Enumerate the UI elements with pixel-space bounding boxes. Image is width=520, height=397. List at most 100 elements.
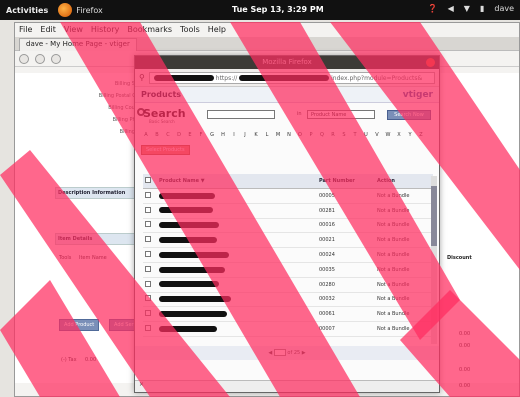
select-all-checkbox[interactable] [145, 177, 151, 183]
back-button[interactable] [19, 53, 29, 64]
search-now-button[interactable]: Search Now [387, 110, 431, 120]
close-popup-x[interactable]: × [139, 381, 144, 388]
product-name-cell[interactable] [157, 218, 317, 234]
help-icon[interactable]: ❓ [428, 4, 438, 13]
alpha-letter-j[interactable]: J [240, 132, 250, 138]
select-products-button[interactable]: Select Products [141, 145, 190, 155]
product-name-cell[interactable] [157, 277, 317, 293]
table-row[interactable]: 00024 Not a Bundle [143, 247, 433, 263]
product-name-cell[interactable] [157, 292, 317, 308]
row-checkbox[interactable] [145, 280, 151, 287]
alpha-letter-m[interactable]: M [273, 132, 283, 138]
menu-view[interactable]: View [64, 25, 83, 35]
page-number-input[interactable] [273, 349, 286, 356]
product-name-cell[interactable] [157, 232, 317, 249]
row-checkbox[interactable] [145, 251, 151, 258]
user-menu[interactable]: dave [494, 4, 514, 13]
alpha-letter-c[interactable]: C [163, 132, 173, 138]
product-name-cell[interactable] [157, 188, 317, 204]
forward-button[interactable] [35, 53, 45, 64]
row-checkbox-cell[interactable] [143, 292, 157, 308]
alpha-letter-g[interactable]: G [207, 132, 217, 138]
alpha-letter-a[interactable]: A [141, 132, 151, 138]
network-icon[interactable]: ▼ [464, 4, 470, 13]
row-checkbox[interactable] [145, 236, 151, 243]
alpha-letter-w[interactable]: W [383, 132, 393, 138]
row-checkbox-cell[interactable] [143, 203, 157, 219]
row-checkbox[interactable] [145, 191, 151, 198]
search-input[interactable] [207, 110, 275, 119]
alpha-letter-x[interactable]: X [394, 132, 404, 138]
alpha-letter-o[interactable]: O [295, 132, 305, 138]
row-checkbox[interactable] [145, 221, 151, 228]
menu-tools[interactable]: Tools [180, 25, 200, 35]
row-checkbox-cell[interactable] [143, 277, 157, 293]
product-name-cell[interactable] [157, 247, 317, 263]
search-field-select[interactable]: Product Name [307, 110, 375, 119]
row-checkbox[interactable] [145, 325, 151, 332]
volume-icon[interactable]: ◀ [448, 4, 454, 13]
row-checkbox-cell[interactable] [143, 306, 157, 323]
prev-page-button[interactable]: ◀ [268, 350, 272, 356]
alpha-letter-v[interactable]: V [372, 132, 382, 138]
action-cell[interactable]: Not a Bundle [375, 218, 433, 234]
alpha-letter-z[interactable]: Z [416, 132, 426, 138]
action-cell[interactable]: Not a Bundle [375, 292, 433, 308]
table-row[interactable]: 00281 Not a Bundle [143, 203, 433, 219]
alpha-letter-p[interactable]: P [306, 132, 316, 138]
table-scrollbar[interactable] [431, 176, 437, 344]
alpha-letter-l[interactable]: L [262, 132, 272, 138]
table-row[interactable]: 00035 Not a Bundle [143, 262, 433, 278]
row-checkbox-cell[interactable] [143, 262, 157, 278]
alpha-letter-q[interactable]: Q [317, 132, 327, 138]
table-row[interactable]: 00280 Not a Bundle [143, 277, 433, 293]
action-cell[interactable]: Not a Bundle [375, 277, 433, 293]
row-checkbox-cell[interactable] [143, 232, 157, 249]
site-identity-icon[interactable]: ⚲ [139, 73, 145, 82]
activities-button[interactable]: Activities [6, 6, 48, 15]
product-name-cell[interactable] [157, 306, 317, 323]
action-cell[interactable]: Not a Bundle [375, 203, 433, 219]
alpha-letter-k[interactable]: K [251, 132, 261, 138]
row-checkbox[interactable] [145, 310, 151, 317]
row-checkbox[interactable] [145, 206, 151, 213]
battery-icon[interactable]: ▮ [480, 4, 484, 13]
scrollbar-thumb[interactable] [431, 186, 437, 246]
url-field[interactable]: https:// index.php?module=Products& [148, 71, 435, 84]
close-button[interactable] [426, 58, 435, 67]
product-name-cell[interactable] [157, 321, 317, 337]
row-checkbox[interactable] [145, 295, 151, 302]
action-cell[interactable]: Not a Bundle [375, 232, 433, 249]
table-row[interactable]: 00007 Not a Bundle [143, 321, 433, 337]
clock[interactable]: Tue Sep 13, 3:29 PM [232, 5, 324, 14]
col-part-number[interactable]: Part Number [317, 174, 375, 189]
action-cell[interactable]: Not a Bundle [375, 188, 433, 204]
alpha-letter-d[interactable]: D [174, 132, 184, 138]
alpha-letter-n[interactable]: N [284, 132, 294, 138]
action-cell[interactable]: Not a Bundle [375, 247, 433, 263]
select-all-checkbox-cell[interactable] [143, 174, 157, 189]
row-checkbox-cell[interactable] [143, 247, 157, 263]
table-row[interactable]: 00016 Not a Bundle [143, 218, 433, 234]
alpha-letter-t[interactable]: T [350, 132, 360, 138]
alpha-letter-e[interactable]: E [185, 132, 195, 138]
action-cell[interactable]: Not a Bundle [375, 262, 433, 278]
table-row[interactable]: 00021 Not a Bundle [143, 232, 433, 249]
reload-button[interactable] [51, 53, 61, 64]
menu-history[interactable]: History [91, 25, 119, 35]
row-checkbox[interactable] [145, 265, 151, 272]
tab-home[interactable]: dave - My Home Page - vtiger [19, 37, 137, 51]
add-product-button[interactable]: Add Product [59, 319, 100, 331]
menu-bookmarks[interactable]: Bookmarks [127, 25, 172, 35]
alpha-letter-u[interactable]: U [361, 132, 371, 138]
menu-edit[interactable]: Edit [40, 25, 56, 35]
table-row[interactable]: 00032 Not a Bundle [143, 292, 433, 308]
row-checkbox-cell[interactable] [143, 188, 157, 204]
alpha-letter-b[interactable]: B [152, 132, 162, 138]
table-row[interactable]: 00061 Not a Bundle [143, 306, 433, 323]
row-checkbox-cell[interactable] [143, 218, 157, 234]
app-menu[interactable]: Firefox [76, 6, 102, 15]
alpha-letter-h[interactable]: H [218, 132, 228, 138]
next-page-button[interactable]: ▶ [302, 350, 306, 356]
col-product-name[interactable]: Product Name ▼ [157, 174, 317, 189]
